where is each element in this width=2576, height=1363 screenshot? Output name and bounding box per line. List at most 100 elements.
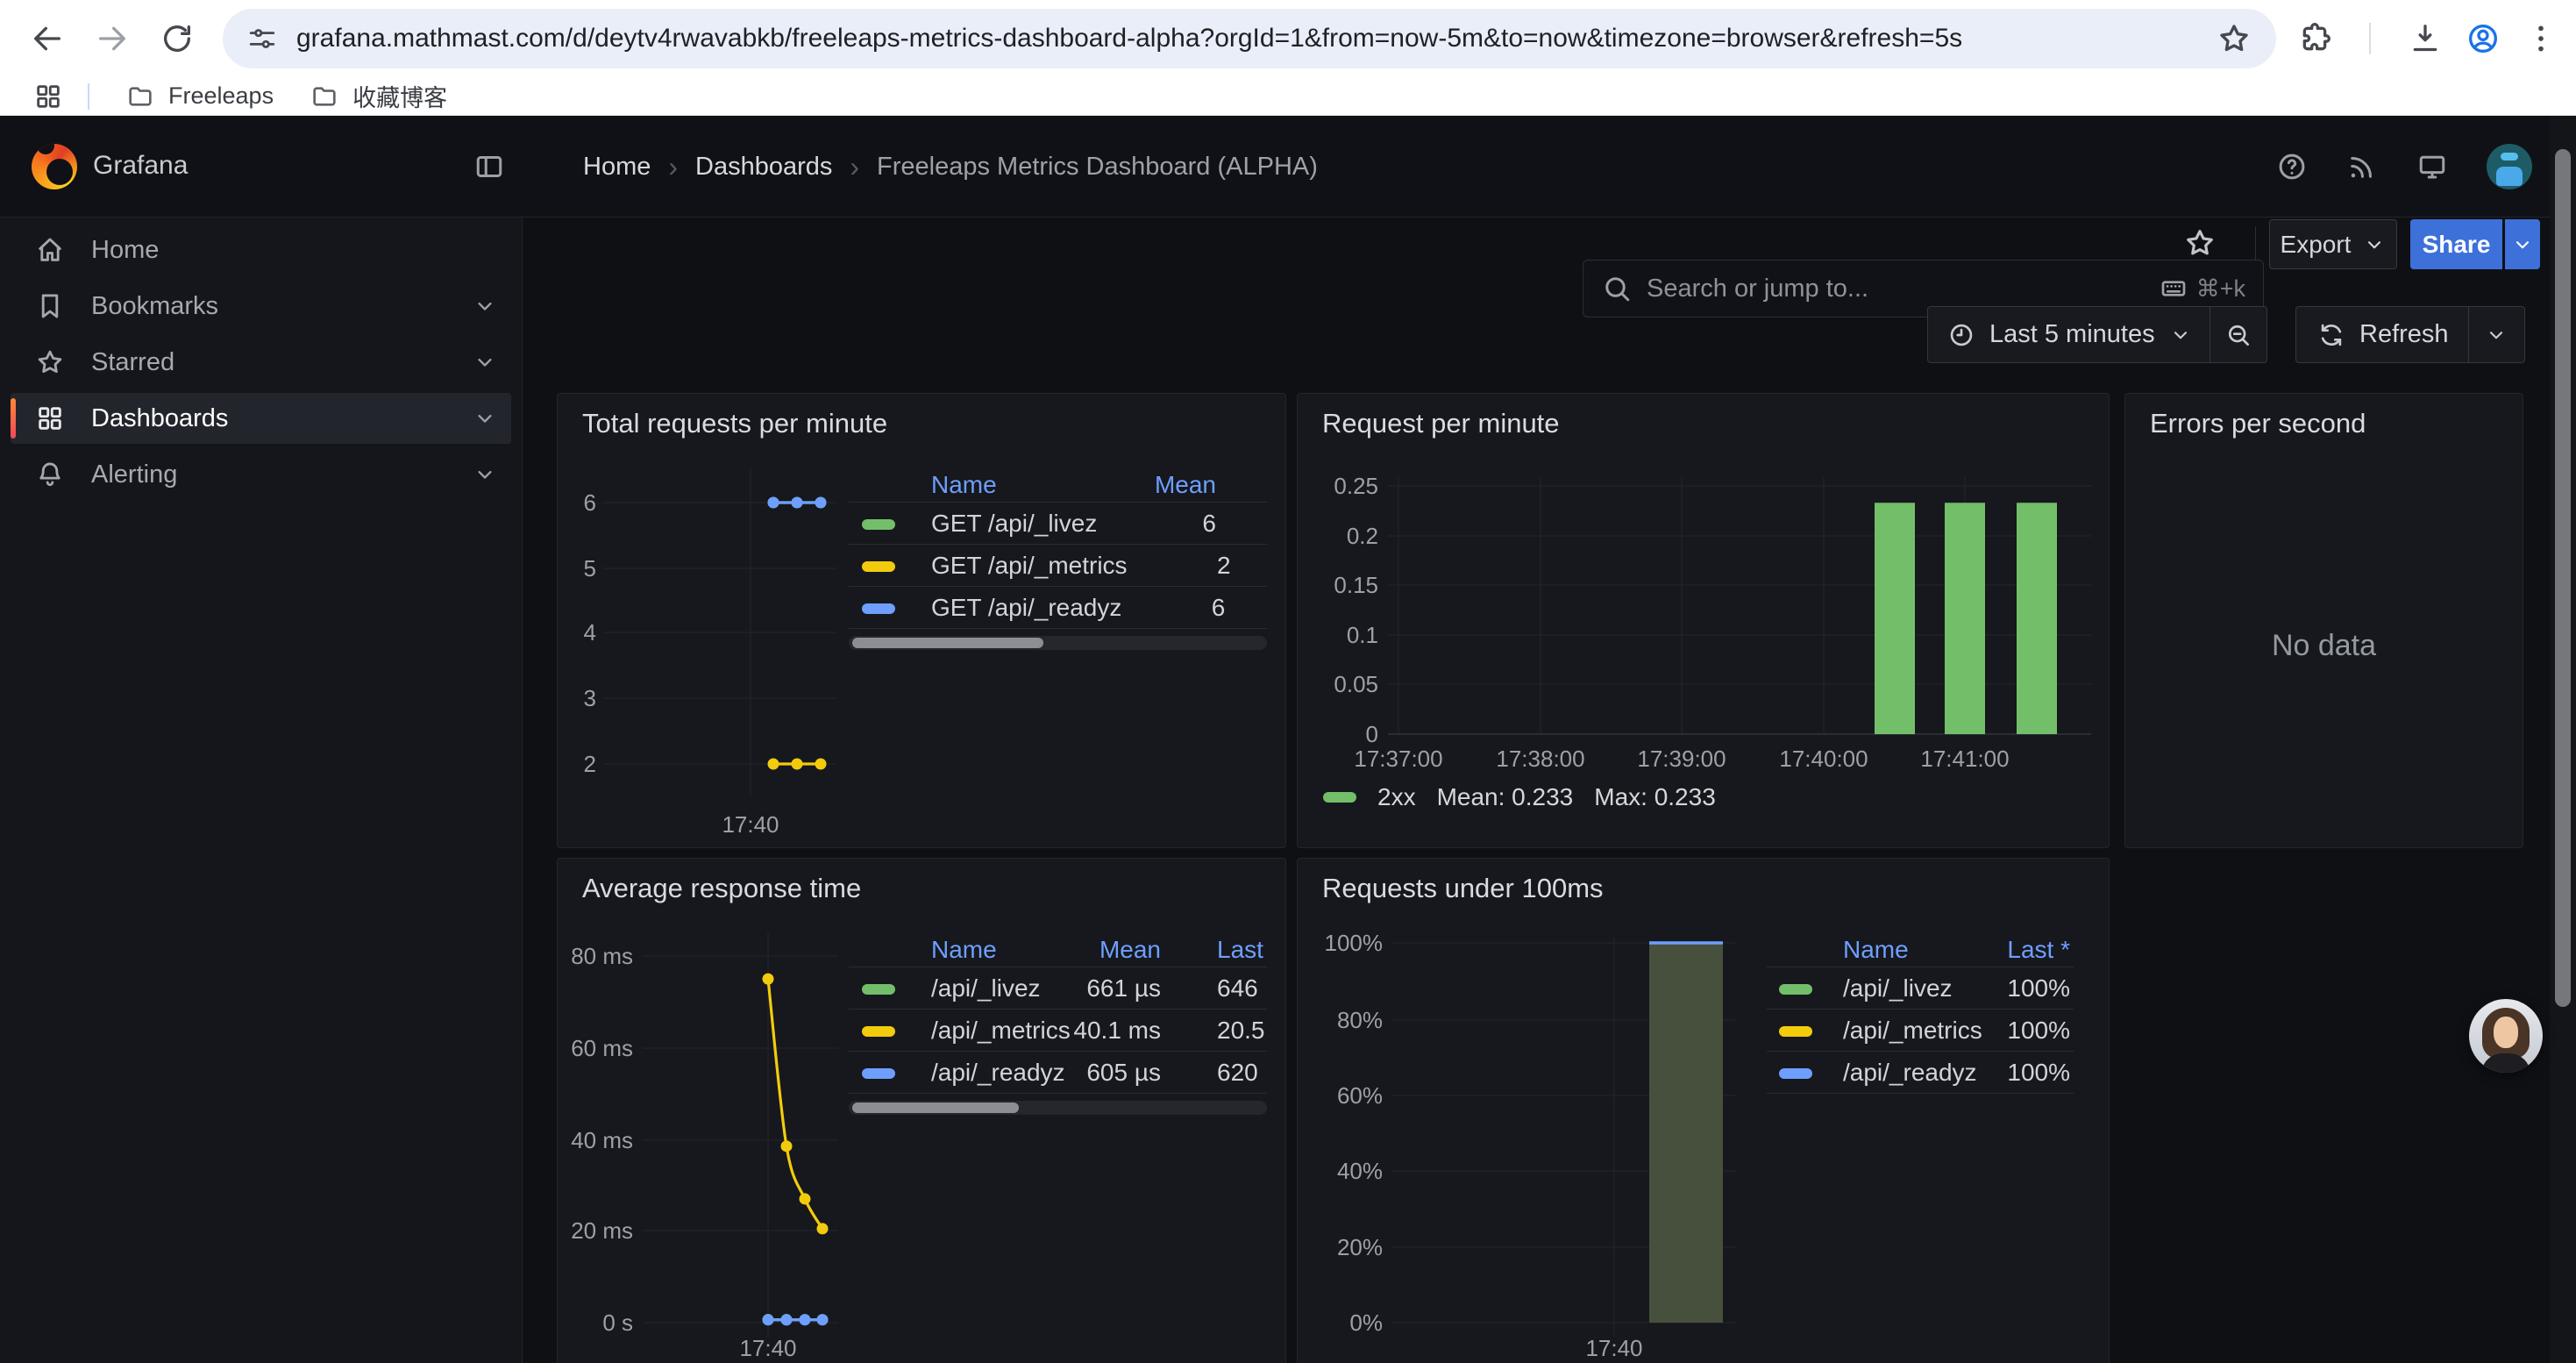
panel-errors-per-second[interactable]: Errors per second No data [2124, 393, 2523, 848]
browser-reload-icon[interactable] [160, 21, 195, 56]
chevron-down-icon [473, 294, 497, 318]
legend-cell: 646 [1161, 974, 1267, 1003]
legend-cell[interactable]: /api/_readyz [1843, 1059, 1982, 1087]
news-rss-icon[interactable] [2346, 151, 2378, 182]
panel-legend: NameLast */api/_livez100%/api/_metrics10… [1767, 932, 2074, 1094]
bookmark-folder-freeleaps[interactable]: Freeleaps [126, 82, 274, 111]
chevron-down-icon [473, 350, 497, 375]
monitor-icon[interactable] [2416, 151, 2448, 182]
legend-cell[interactable]: GET /api/_readyz [931, 594, 1121, 622]
url-bar[interactable]: grafana.mathmast.com/d/deytv4rwavabkb/fr… [223, 9, 2276, 68]
refresh-interval-chevron-icon [2485, 324, 2508, 346]
series-color-swatch [1323, 792, 1356, 803]
sidebar-item-label: Bookmarks [91, 292, 218, 321]
panel-title[interactable]: Errors per second [2150, 408, 2366, 439]
screen: grafana.mathmast.com/d/deytv4rwavabkb/fr… [0, 0, 2576, 1363]
legend-scrollbar-thumb[interactable] [852, 638, 1043, 648]
series-color-swatch [862, 1026, 895, 1037]
legend-cell[interactable]: GET /api/_livez [931, 510, 1113, 538]
downloads-icon[interactable] [2408, 21, 2443, 56]
legend-stat: Mean: 0.233 [1437, 783, 1574, 811]
panel-total-requests-per-minute[interactable]: Total requests per minute 6543217:40 Nam… [557, 393, 1286, 848]
legend-header[interactable]: Name [931, 471, 1113, 499]
user-avatar[interactable] [2487, 144, 2532, 189]
series-color-swatch [1779, 1026, 1812, 1037]
legend-header[interactable]: Mean [1113, 471, 1216, 499]
legend-swatch-cell [862, 552, 931, 580]
sidebar-item-dashboards[interactable]: Dashboards [11, 393, 511, 444]
bar-chart: 0.250.20.150.10.05017:37:0017:38:0017:39… [1298, 394, 2109, 847]
legend-cell[interactable]: GET /api/_metrics [931, 552, 1128, 580]
legend-scrollbar[interactable] [849, 636, 1267, 650]
panel-requests-under-100ms[interactable]: Requests under 100ms 100%80%60%40%20%0%1… [1297, 858, 2110, 1363]
share-button[interactable]: Share [2410, 219, 2502, 269]
legend-cell: 20.5 m [1161, 1017, 1267, 1045]
legend-row: GET /api/_metrics2 [849, 545, 1267, 587]
legend-cell: 620 [1161, 1059, 1267, 1087]
legend-header[interactable]: Name [931, 936, 1064, 964]
no-data-message: No data [2125, 629, 2523, 663]
grafana-logo[interactable] [32, 144, 77, 189]
legend-cell[interactable]: /api/_livez [931, 974, 1064, 1003]
svg-text:3: 3 [584, 685, 596, 711]
sidebar-item-starred[interactable]: Starred [11, 337, 511, 388]
panel-legend: NameMeanGET /api/_livez6GET /api/_metric… [849, 467, 1267, 650]
legend-header[interactable]: Last * [1982, 936, 2070, 964]
export-button[interactable]: Export [2269, 219, 2397, 269]
legend-cell: 100% [1982, 974, 2070, 1003]
legend-scrollbar-thumb[interactable] [852, 1103, 1019, 1113]
svg-text:40 ms: 40 ms [571, 1127, 633, 1153]
panel-average-response-time[interactable]: Average response time 80 ms60 ms40 ms20 … [557, 858, 1286, 1363]
legend-cell[interactable]: /api/_metrics [931, 1017, 1064, 1045]
legend-header[interactable]: Name [1843, 936, 1982, 964]
legend-cell[interactable]: /api/_readyz [931, 1059, 1064, 1087]
chevron-down-icon [473, 462, 497, 487]
help-icon[interactable] [2276, 151, 2308, 182]
favorite-dashboard-star-icon[interactable] [2183, 226, 2217, 260]
legend-cell[interactable]: /api/_metrics [1843, 1017, 1982, 1045]
bookmark-folder-blogs[interactable]: 收藏博客 [310, 79, 447, 113]
legend-header[interactable]: Last * [1161, 936, 1267, 964]
time-range-picker[interactable]: Last 5 minutes [1927, 306, 2267, 363]
legend-header-row: NameLast * [1767, 932, 2074, 967]
legend-cell: 40.1 ms [1064, 1017, 1161, 1045]
svg-text:0: 0 [1366, 721, 1378, 747]
legend-header[interactable]: Mean [1064, 936, 1161, 964]
legend-series-name[interactable]: 2xx [1377, 783, 1416, 811]
page-scrollbar-thumb[interactable] [2555, 149, 2571, 1007]
legend-cell[interactable]: /api/_livez [1843, 974, 1982, 1003]
panel-request-per-minute[interactable]: Request per minute 0.250.20.150.10.05017… [1297, 393, 2110, 848]
sidebar-item-home[interactable]: Home [11, 225, 511, 275]
legend-swatch-cell [1779, 1059, 1843, 1087]
zoom-out-icon[interactable] [2224, 321, 2252, 349]
breadcrumb-dashboards[interactable]: Dashboards [695, 153, 832, 182]
browser-forward-icon[interactable] [95, 21, 130, 56]
refresh-controls[interactable]: Refresh [2295, 306, 2525, 363]
sidebar-item-bookmarks[interactable]: Bookmarks [11, 281, 511, 332]
control-divider [2468, 307, 2469, 362]
assistant-avatar[interactable] [2469, 999, 2543, 1073]
legend-row: /api/_metrics40.1 ms20.5 m [849, 1010, 1267, 1052]
series-color-swatch [862, 984, 895, 995]
extensions-icon[interactable] [2297, 21, 2332, 56]
legend-swatch-cell [862, 510, 931, 538]
actions-divider [2255, 226, 2256, 260]
legend-scrollbar[interactable] [849, 1101, 1267, 1115]
breadcrumb-separator: › [850, 151, 859, 183]
refresh-label: Refresh [2359, 320, 2449, 349]
breadcrumb-current: Freeleaps Metrics Dashboard (ALPHA) [877, 153, 1318, 182]
profile-icon[interactable] [2466, 21, 2501, 56]
browser-menu-icon[interactable] [2523, 21, 2558, 56]
legend-header-row: NameMean [849, 467, 1267, 503]
site-settings-icon[interactable] [247, 24, 277, 54]
browser-back-icon[interactable] [30, 21, 65, 56]
sidebar-item-alerting[interactable]: Alerting [11, 449, 511, 500]
bookmark-page-star-icon[interactable] [2217, 21, 2252, 56]
grafana-header: Grafana Home › Dashboards › Freeleaps Me… [0, 116, 2576, 218]
breadcrumb-home[interactable]: Home [583, 153, 651, 182]
dock-sidebar-icon[interactable] [473, 151, 505, 182]
browser-actions [2276, 21, 2576, 56]
series-color-swatch [862, 561, 895, 572]
share-menu-button[interactable] [2505, 219, 2540, 269]
apps-grid-icon[interactable] [33, 82, 63, 111]
